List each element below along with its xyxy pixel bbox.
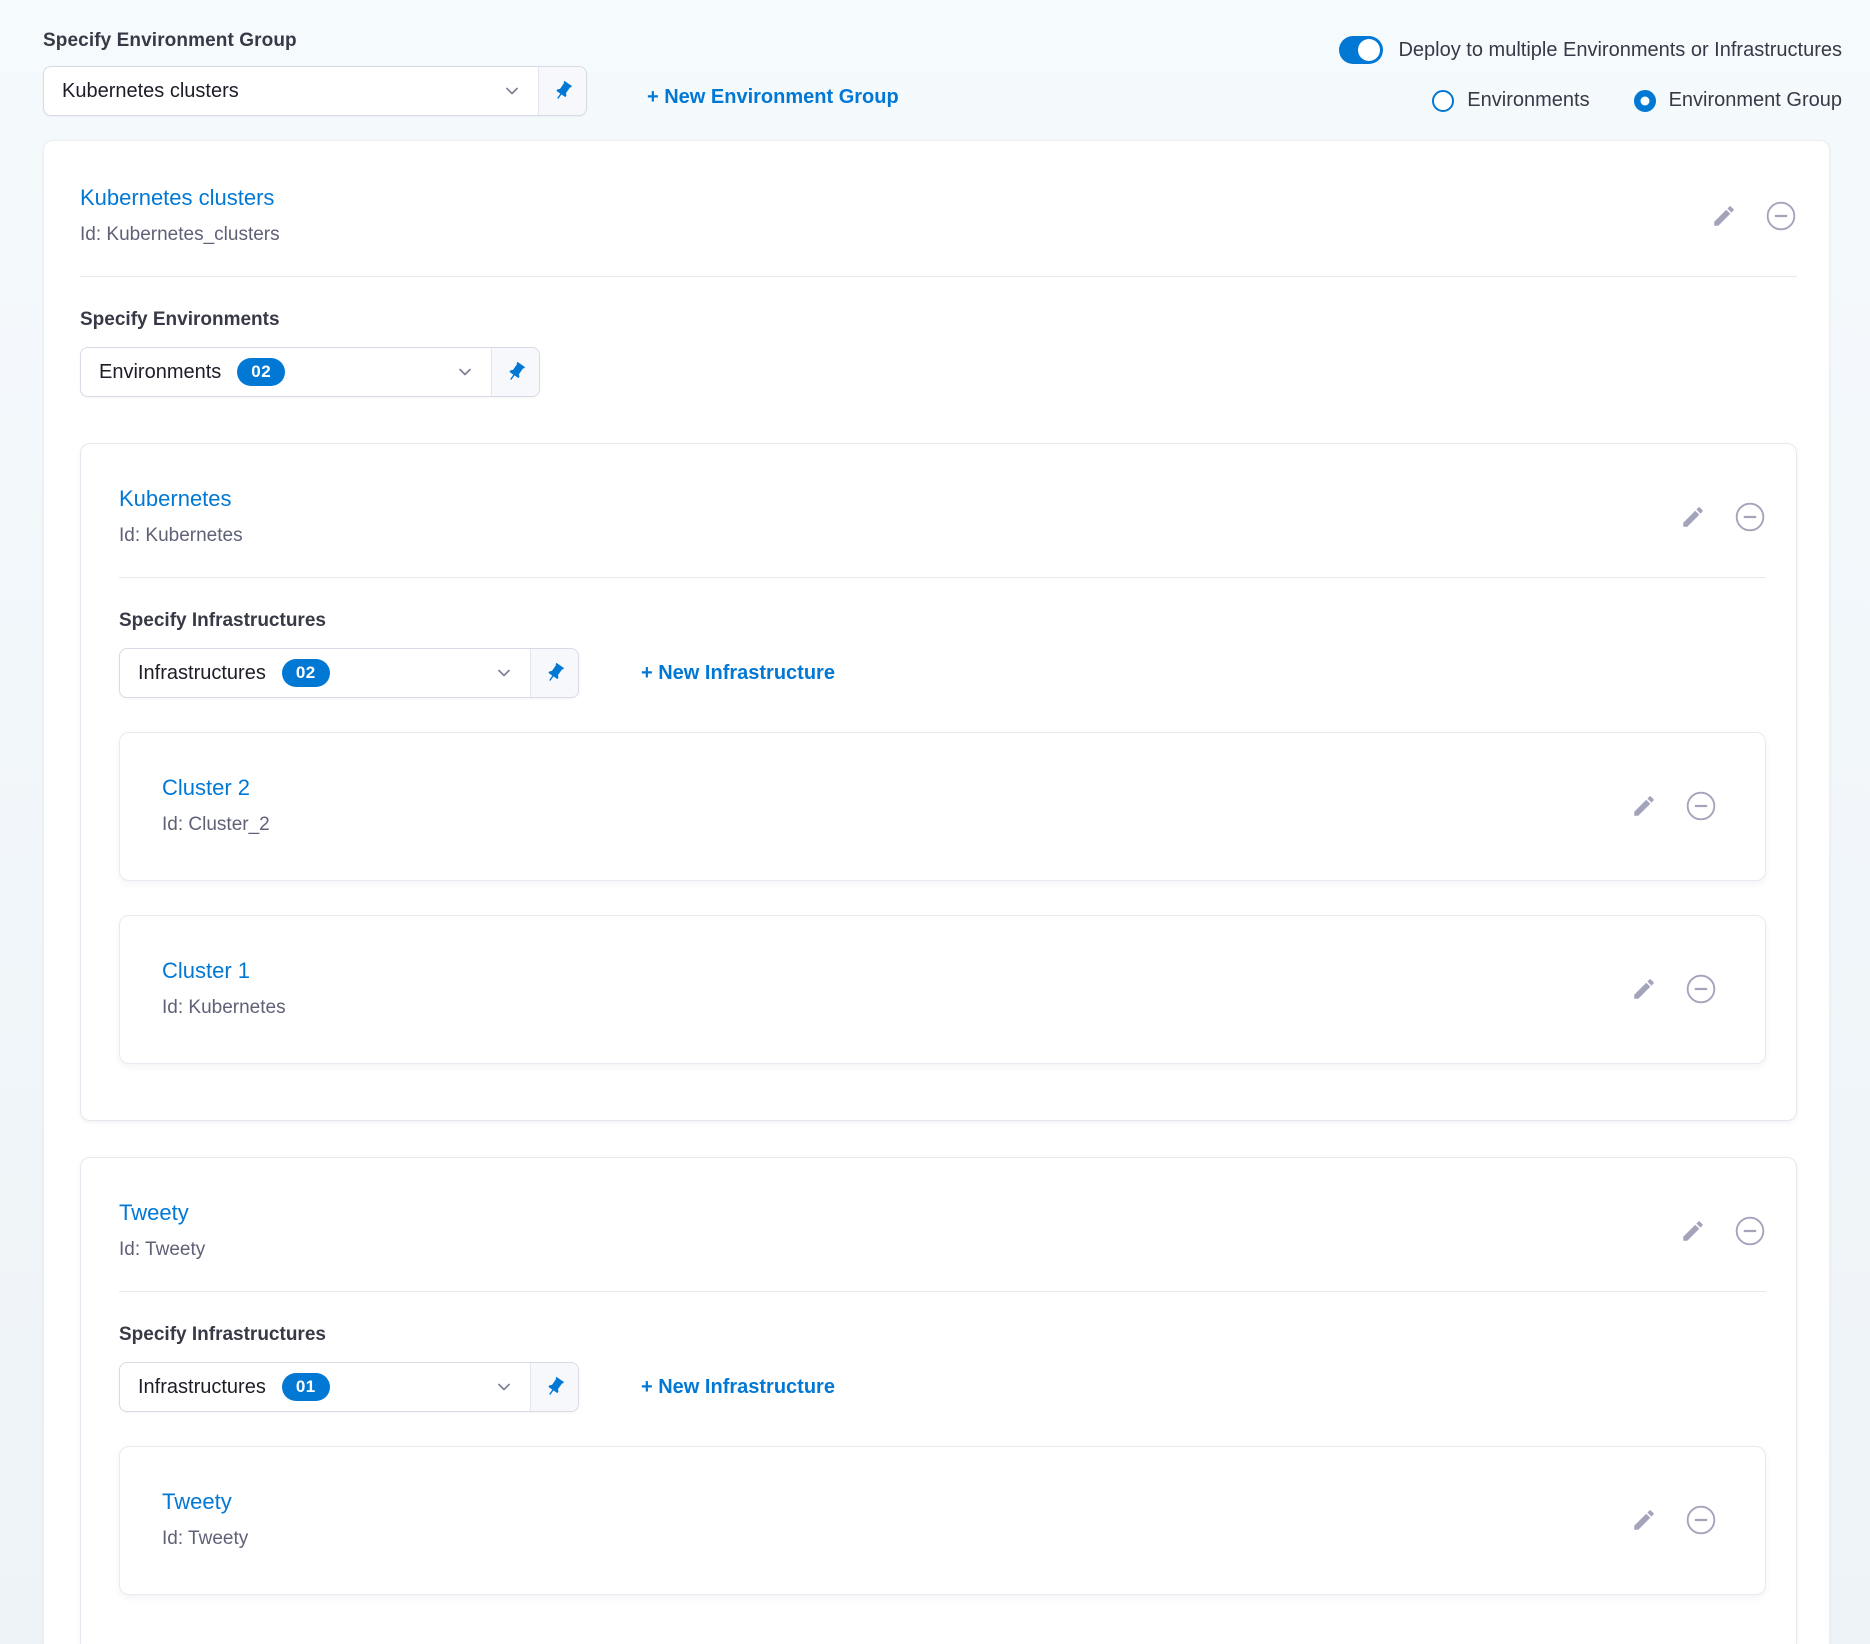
header-divider bbox=[119, 577, 1766, 578]
header-divider bbox=[80, 276, 1797, 277]
header-divider bbox=[119, 1291, 1766, 1292]
specify-infrastructures-label: Specify Infrastructures bbox=[119, 1324, 1766, 1346]
infrastructure-header: Cluster 2 Id: Cluster_2 bbox=[162, 775, 1717, 836]
environment-header-text: Tweety Id: Tweety bbox=[119, 1200, 205, 1261]
pin-icon[interactable] bbox=[530, 649, 578, 697]
environment-group-selector: Specify Environment Group Kubernetes clu… bbox=[43, 30, 587, 116]
radio-environment-group[interactable]: Environment Group bbox=[1634, 89, 1842, 112]
edit-pencil-icon[interactable] bbox=[1680, 1218, 1706, 1244]
chevron-down-icon bbox=[478, 1377, 514, 1397]
environment-group-dropdown-main[interactable]: Kubernetes clusters bbox=[44, 67, 538, 115]
environment-header: Tweety Id: Tweety bbox=[119, 1200, 1766, 1261]
environment-group-dropdown[interactable]: Kubernetes clusters bbox=[43, 66, 587, 116]
infrastructure-id: Id: Tweety bbox=[162, 1528, 248, 1550]
radio-environments-circle[interactable] bbox=[1432, 90, 1454, 112]
new-environment-group-link[interactable]: + New Environment Group bbox=[647, 86, 899, 109]
environment-actions bbox=[1680, 1215, 1766, 1247]
infrastructures-dropdown-row: Infrastructures 01 + New Infrastructure bbox=[119, 1362, 1766, 1412]
environment-group-dropdown-value: Kubernetes clusters bbox=[62, 80, 239, 103]
environments-count-badge: 02 bbox=[237, 358, 285, 386]
edit-pencil-icon[interactable] bbox=[1680, 504, 1706, 530]
infrastructure-card-tweety: Tweety Id: Tweety bbox=[119, 1446, 1766, 1595]
infrastructure-header-text: Cluster 1 Id: Kubernetes bbox=[162, 958, 286, 1019]
environments-dropdown-row: Environments 02 bbox=[80, 347, 1797, 397]
deploy-options: Deploy to multiple Environments or Infra… bbox=[1339, 30, 1842, 112]
environment-title-link[interactable]: Kubernetes bbox=[119, 486, 243, 512]
edit-pencil-icon[interactable] bbox=[1631, 1507, 1657, 1533]
edit-pencil-icon[interactable] bbox=[1631, 793, 1657, 819]
environment-id: Id: Kubernetes bbox=[119, 525, 243, 547]
environment-group-header-text: Kubernetes clusters Id: Kubernetes_clust… bbox=[80, 185, 280, 246]
infrastructures-dropdown-value: Infrastructures bbox=[138, 662, 266, 685]
environment-actions bbox=[1680, 501, 1766, 533]
chevron-down-icon bbox=[478, 663, 514, 683]
infrastructure-id: Id: Kubernetes bbox=[162, 997, 286, 1019]
deploy-toggle-label: Deploy to multiple Environments or Infra… bbox=[1398, 39, 1842, 62]
radio-environment-group-label: Environment Group bbox=[1669, 89, 1842, 112]
infrastructures-dropdown-value: Infrastructures bbox=[138, 1376, 266, 1399]
infrastructure-title-link[interactable]: Cluster 2 bbox=[162, 775, 270, 801]
chevron-down-icon bbox=[486, 81, 522, 101]
environments-dropdown-main[interactable]: Environments 02 bbox=[81, 348, 491, 396]
pin-icon[interactable] bbox=[491, 348, 539, 396]
infrastructure-card-cluster-2: Cluster 2 Id: Cluster_2 bbox=[119, 732, 1766, 881]
target-type-radio-group: Environments Environment Group bbox=[1432, 89, 1842, 112]
environment-group-actions bbox=[1711, 200, 1797, 232]
environment-card-tweety: Tweety Id: Tweety Specify Infrastructure… bbox=[80, 1157, 1797, 1644]
remove-minus-circle-icon[interactable] bbox=[1765, 200, 1797, 232]
edit-pencil-icon[interactable] bbox=[1631, 976, 1657, 1002]
infrastructures-dropdown[interactable]: Infrastructures 01 bbox=[119, 1362, 579, 1412]
environment-title-link[interactable]: Tweety bbox=[119, 1200, 205, 1226]
chevron-down-icon bbox=[439, 362, 475, 382]
deploy-multiple-toggle[interactable] bbox=[1339, 36, 1383, 64]
infrastructure-id: Id: Cluster_2 bbox=[162, 814, 270, 836]
infrastructure-header-text: Tweety Id: Tweety bbox=[162, 1489, 248, 1550]
environment-group-card: Kubernetes clusters Id: Kubernetes_clust… bbox=[43, 140, 1830, 1644]
specify-infrastructures-label: Specify Infrastructures bbox=[119, 610, 1766, 632]
pin-icon[interactable] bbox=[538, 67, 586, 115]
remove-minus-circle-icon[interactable] bbox=[1734, 501, 1766, 533]
deploy-toggle-row: Deploy to multiple Environments or Infra… bbox=[1339, 36, 1842, 64]
new-infrastructure-link[interactable]: + New Infrastructure bbox=[641, 1376, 835, 1399]
toggle-knob bbox=[1358, 39, 1380, 61]
infrastructures-count-badge: 02 bbox=[282, 659, 330, 687]
environment-header: Kubernetes Id: Kubernetes bbox=[119, 486, 1766, 547]
environment-header-text: Kubernetes Id: Kubernetes bbox=[119, 486, 243, 547]
infrastructure-card-cluster-1: Cluster 1 Id: Kubernetes bbox=[119, 915, 1766, 1064]
specify-environment-group-label: Specify Environment Group bbox=[43, 30, 587, 52]
infrastructure-actions bbox=[1631, 973, 1717, 1005]
infrastructures-dropdown-row: Infrastructures 02 + New Infrastructure bbox=[119, 648, 1766, 698]
environment-group-title-link[interactable]: Kubernetes clusters bbox=[80, 185, 280, 211]
environments-dropdown-value: Environments bbox=[99, 361, 221, 384]
top-bar: Specify Environment Group Kubernetes clu… bbox=[0, 0, 1870, 116]
edit-pencil-icon[interactable] bbox=[1711, 203, 1737, 229]
remove-minus-circle-icon[interactable] bbox=[1734, 1215, 1766, 1247]
radio-environments[interactable]: Environments bbox=[1432, 89, 1589, 112]
infrastructure-actions bbox=[1631, 790, 1717, 822]
environment-group-header: Kubernetes clusters Id: Kubernetes_clust… bbox=[80, 185, 1797, 246]
infrastructure-title-link[interactable]: Tweety bbox=[162, 1489, 248, 1515]
remove-minus-circle-icon[interactable] bbox=[1685, 973, 1717, 1005]
infrastructure-title-link[interactable]: Cluster 1 bbox=[162, 958, 286, 984]
remove-minus-circle-icon[interactable] bbox=[1685, 1504, 1717, 1536]
specify-environments-label: Specify Environments bbox=[80, 309, 1797, 331]
infrastructure-header: Tweety Id: Tweety bbox=[162, 1489, 1717, 1550]
infrastructures-dropdown-main[interactable]: Infrastructures 02 bbox=[120, 649, 530, 697]
infrastructure-actions bbox=[1631, 1504, 1717, 1536]
environments-dropdown[interactable]: Environments 02 bbox=[80, 347, 540, 397]
infrastructures-dropdown-main[interactable]: Infrastructures 01 bbox=[120, 1363, 530, 1411]
remove-minus-circle-icon[interactable] bbox=[1685, 790, 1717, 822]
new-infrastructure-link[interactable]: + New Infrastructure bbox=[641, 662, 835, 685]
infrastructure-header-text: Cluster 2 Id: Cluster_2 bbox=[162, 775, 270, 836]
infrastructures-dropdown[interactable]: Infrastructures 02 bbox=[119, 648, 579, 698]
infrastructures-count-badge: 01 bbox=[282, 1373, 330, 1401]
radio-environment-group-circle[interactable] bbox=[1634, 90, 1656, 112]
radio-environments-label: Environments bbox=[1467, 89, 1589, 112]
environment-group-id: Id: Kubernetes_clusters bbox=[80, 224, 280, 246]
environment-card-kubernetes: Kubernetes Id: Kubernetes Specify Infras… bbox=[80, 443, 1797, 1121]
environment-id: Id: Tweety bbox=[119, 1239, 205, 1261]
infrastructure-header: Cluster 1 Id: Kubernetes bbox=[162, 958, 1717, 1019]
pin-icon[interactable] bbox=[530, 1363, 578, 1411]
